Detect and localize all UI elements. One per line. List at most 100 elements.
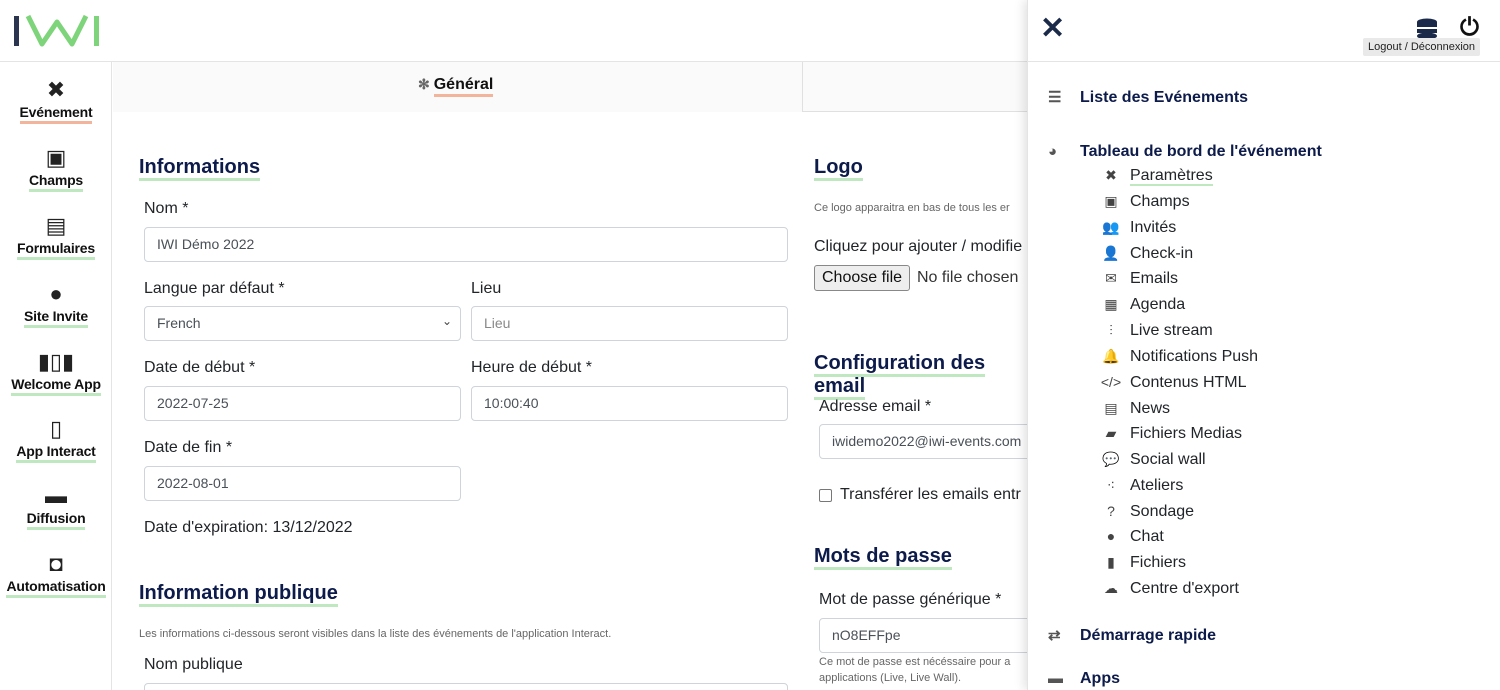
chat-icon: ● (1106, 528, 1116, 544)
langue-select[interactable]: French ⌄ (144, 306, 461, 341)
date-debut-input[interactable]: 2022-07-25 (144, 386, 461, 421)
tab-general-label: Général (433, 76, 494, 97)
drawer-item-check-in[interactable]: 👤 Check-in (1100, 245, 1193, 263)
info-publique-title: Information publique (139, 582, 338, 607)
bell-icon: 🔔 (1102, 348, 1120, 364)
drawer-item-emails[interactable]: ✉ Emails (1100, 270, 1178, 288)
lieu-input[interactable]: Lieu (471, 306, 788, 341)
heure-debut-label: Heure de début * (471, 359, 592, 376)
events-list-link[interactable]: ☰ Liste des Evénements (1048, 88, 1248, 107)
drawer-item-fichiers-medias[interactable]: ▰ Fichiers Medias (1100, 425, 1242, 443)
sidebar-item-diffusion[interactable]: ▬ Diffusion (0, 482, 112, 530)
question-icon: ? (1107, 503, 1115, 519)
comments-icon: 💬 (1102, 451, 1120, 467)
database-icon[interactable] (1416, 18, 1438, 40)
quick-start-label: Démarrage rapide (1080, 627, 1217, 644)
drawer-item-contenus-html[interactable]: </> Contenus HTML (1100, 374, 1247, 392)
date-debut-label: Date de début * (144, 359, 256, 376)
drawer-item-champs[interactable]: ▣ Champs (1100, 193, 1189, 211)
gear-icon: ✻ (418, 76, 430, 92)
monitor-icon: ▬ (45, 483, 67, 508)
chevron-down-icon: ⌄ (441, 314, 452, 328)
drawer-item-invites[interactable]: 👥 Invités (1100, 219, 1176, 237)
robot-icon: ◘ (49, 551, 63, 576)
quick-start-link[interactable]: ⇄ Démarrage rapide (1048, 626, 1216, 645)
newspaper-icon: ▤ (1104, 400, 1118, 416)
generic-password-input[interactable]: nO8EFFpe (819, 618, 1030, 653)
drawer-item-ateliers[interactable]: ⁖ Ateliers (1100, 477, 1183, 495)
email-address-label: Adresse email * (819, 398, 932, 415)
gauge-icon: ◕ (1048, 143, 1058, 160)
sidebar-item-welcome-app[interactable]: ▮▯▮ Welcome App (0, 348, 112, 396)
sidebar-item-app-interact[interactable]: ▯ App Interact (0, 415, 112, 463)
apps-link[interactable]: ▬ Apps (1048, 670, 1120, 688)
top-bar (0, 0, 1030, 62)
file-icon: ▮ (1107, 554, 1115, 570)
sidebar-item-label: Evénement (19, 104, 93, 124)
sidebar-item-automatisation[interactable]: ◘ Automatisation (0, 550, 112, 598)
drawer-item-notifications-push[interactable]: 🔔 Notifications Push (1100, 348, 1258, 366)
form-icon: ▤ (45, 213, 67, 238)
langue-label: Langue par défaut * (144, 280, 285, 297)
langue-select-value: French (157, 315, 201, 331)
sidebar-item-label: Site Invite (24, 308, 88, 328)
drawer-item-centre-export[interactable]: ☁ Centre d'export (1100, 580, 1239, 598)
logo-click-text: Cliquez pour ajouter / modifie (814, 238, 1023, 255)
tools-icon: ✖ (46, 77, 66, 102)
nom-label: Nom * (144, 200, 189, 217)
sidebar-item-formulaires[interactable]: ▤ Formulaires (0, 212, 112, 260)
events-list-label: Liste des Evénements (1080, 89, 1249, 106)
nom-publique-input[interactable] (144, 683, 788, 690)
drawer-item-sondage[interactable]: ? Sondage (1100, 503, 1194, 521)
iwi-logo[interactable] (12, 12, 102, 50)
barcode-icon: ▮▯▮ (37, 349, 75, 374)
passwords-title: Mots de passe (814, 545, 952, 570)
logout-tooltip: Logout / Déconnexion (1363, 38, 1481, 56)
calendar-icon: ▦ (1104, 296, 1118, 312)
code-icon: </> (1100, 374, 1122, 390)
logo-title: Logo (814, 156, 863, 181)
informations-title: Informations (139, 156, 261, 181)
sidebar-item-label: Formulaires (17, 240, 95, 260)
email-address-input[interactable]: iwidemo2022@iwi-events.com (819, 424, 1030, 459)
list-icon: ▣ (45, 145, 67, 170)
list-icon: ☰ (1048, 89, 1062, 106)
nom-input[interactable]: IWI Démo 2022 (144, 227, 788, 262)
drawer-item-agenda[interactable]: ▦ Agenda (1100, 296, 1185, 314)
password-note-2: applications (Live, Live Wall). (819, 672, 962, 684)
waveform-icon: ⫶ (1109, 322, 1113, 338)
sidebar-item-champs[interactable]: ▣ Champs (0, 144, 112, 192)
drawer-item-live-stream[interactable]: ⫶ Live stream (1100, 322, 1212, 340)
handshake-icon: ⇄ (1048, 627, 1061, 644)
drawer-item-fichiers[interactable]: ▮ Fichiers (1100, 554, 1186, 572)
drawer-item-chat[interactable]: ● Chat (1100, 528, 1164, 546)
envelope-icon: ✉ (1105, 270, 1117, 286)
date-fin-label: Date de fin * (144, 439, 233, 456)
date-fin-input[interactable]: 2022-08-01 (144, 466, 461, 501)
password-note-1: Ce mot de passe est nécéssaire pour a (819, 656, 1011, 668)
sidebar-item-label: Diffusion (26, 510, 86, 530)
choose-file-button[interactable]: Choose file (814, 265, 911, 291)
dashboard-link[interactable]: ◕ Tableau de bord de l'événement (1048, 143, 1322, 161)
tab-general[interactable]: ✻ Général (113, 62, 803, 112)
left-sidebar: ✖ Evénement ▣ Champs ▤ Formulaires ● Sit… (0, 62, 112, 690)
close-icon[interactable]: ✕ (1040, 12, 1065, 46)
sidebar-item-site-invite[interactable]: ● Site Invite (0, 280, 112, 328)
globe-icon: ● (49, 281, 63, 306)
email-config-title: Configuration des email (814, 352, 1030, 400)
drawer-item-social-wall[interactable]: 💬 Social wall (1100, 451, 1205, 469)
lieu-label: Lieu (471, 280, 502, 297)
tools-icon: ✖ (1105, 167, 1117, 183)
drawer-item-parametres[interactable]: ✖ Paramètres (1100, 167, 1213, 186)
dashboard-label: Tableau de bord de l'événement (1080, 143, 1322, 160)
heure-debut-input[interactable]: 10:00:40 (471, 386, 788, 421)
user-check-icon: 👤 (1102, 245, 1120, 261)
sidebar-item-label: App Interact (16, 443, 96, 463)
share-icon: ⁖ (1106, 477, 1116, 493)
transfer-emails-checkbox[interactable] (819, 489, 832, 502)
drawer-item-news[interactable]: ▤ News (1100, 400, 1170, 418)
users-icon: 👥 (1102, 219, 1120, 235)
sidebar-item-label: Automatisation (6, 578, 106, 598)
drawer-header: ✕ ⏻ Logout / Déconnexion (1028, 0, 1500, 62)
sidebar-item-evenement[interactable]: ✖ Evénement (0, 76, 112, 124)
